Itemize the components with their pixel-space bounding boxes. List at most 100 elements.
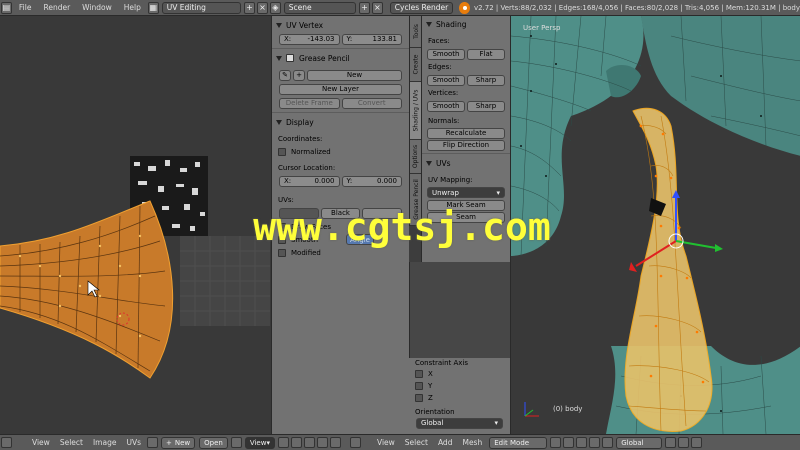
editor-type-icon[interactable]: ▤ xyxy=(1,1,12,14)
new-image-button[interactable]: + New xyxy=(160,436,196,449)
orientation-select[interactable]: Global ▾ xyxy=(416,417,503,429)
uv-menu-view[interactable]: View xyxy=(27,438,55,447)
orientation-label: Orientation xyxy=(415,407,455,416)
manipulator-icon[interactable] xyxy=(576,437,588,448)
screen-layout-icon[interactable]: ▦ xyxy=(147,1,159,14)
open-image-button[interactable]: Open xyxy=(199,436,228,449)
scene-icon[interactable]: ◈ xyxy=(269,1,281,14)
add-icon[interactable]: + xyxy=(293,69,305,81)
uv-style-white-button[interactable] xyxy=(362,207,403,219)
constraint-y-option[interactable]: Y xyxy=(409,380,510,392)
image-browse-icon[interactable] xyxy=(146,437,158,448)
edges-sharp-button[interactable]: Sharp xyxy=(467,74,505,86)
screen-layout-field[interactable]: UV Editing xyxy=(161,1,242,14)
grease-pencil-checkbox[interactable] xyxy=(286,54,294,62)
vertex-select-icon[interactable] xyxy=(303,437,315,448)
scene-field[interactable]: Scene xyxy=(283,1,356,14)
faces-smooth-button[interactable]: Smooth xyxy=(427,48,465,60)
coordinates-label: Coordinates: xyxy=(278,135,323,143)
cursor-y-field[interactable]: Y: 0.000 xyxy=(341,175,402,187)
uv-menu-uvs[interactable]: UVs xyxy=(121,438,146,447)
smooth-checkbox[interactable] xyxy=(278,235,286,244)
display-header[interactable]: Display xyxy=(272,115,409,129)
edges-smooth-button[interactable]: Smooth xyxy=(427,74,465,86)
uv-menu-image[interactable]: Image xyxy=(88,438,122,447)
uv-style-row: Black xyxy=(272,206,409,220)
rotate-icon[interactable] xyxy=(602,437,614,448)
mark-seam-button[interactable]: Mark Seam xyxy=(427,199,505,211)
modified-checkbox[interactable] xyxy=(278,248,286,257)
angle-button[interactable]: Angle xyxy=(346,234,375,245)
image-pin-icon[interactable] xyxy=(230,437,242,448)
remove-screen-icon[interactable]: × xyxy=(256,1,268,14)
3d-menu-mesh[interactable]: Mesh xyxy=(457,438,487,447)
uv-sync-icon[interactable] xyxy=(290,437,302,448)
3d-editor-type-icon[interactable] xyxy=(349,437,361,448)
edge-select-icon[interactable] xyxy=(316,437,328,448)
remove-scene-icon[interactable]: × xyxy=(371,1,383,14)
uv-menu-select[interactable]: Select xyxy=(55,438,88,447)
face-mode-icon[interactable] xyxy=(691,437,703,448)
faces-flat-button[interactable]: Flat xyxy=(467,48,505,60)
normalized-option[interactable]: Normalized xyxy=(272,145,409,158)
uv-view-select[interactable]: View ▾ xyxy=(244,436,275,449)
shading-mode-icon[interactable] xyxy=(550,437,562,448)
uv-vertex-y-field[interactable]: Y: 133.81 xyxy=(341,33,402,45)
vertices-row: Smooth Sharp xyxy=(422,99,510,113)
blender-logo-icon xyxy=(459,1,470,14)
pivot-icon[interactable] xyxy=(277,437,289,448)
pivot-point-icon[interactable] xyxy=(563,437,575,448)
3d-menu-select[interactable]: Select xyxy=(400,438,433,447)
uv-style-outline-button[interactable] xyxy=(279,207,319,219)
modified-option[interactable]: Modified xyxy=(272,246,409,259)
grease-pencil-new-button[interactable]: New xyxy=(307,69,402,81)
grease-pencil-header[interactable]: Grease Pencil xyxy=(272,51,409,65)
vertices-smooth-button[interactable]: Smooth xyxy=(427,100,465,112)
menu-help[interactable]: Help xyxy=(118,3,147,12)
edge-mode-icon[interactable] xyxy=(678,437,690,448)
clear-seam-button[interactable]: Seam xyxy=(427,211,505,223)
vertex-mode-icon[interactable] xyxy=(665,437,677,448)
normalized-checkbox[interactable] xyxy=(278,147,286,156)
delete-frame-button[interactable]: Delete Frame xyxy=(279,97,340,109)
cursor-x-field[interactable]: X: 0.000 xyxy=(279,175,340,187)
flip-direction-button[interactable]: Flip Direction xyxy=(427,139,505,151)
uv-editor-viewport[interactable] xyxy=(0,16,271,434)
face-select-icon[interactable] xyxy=(329,437,341,448)
add-scene-icon[interactable]: + xyxy=(358,1,370,14)
3d-viewport[interactable]: User Persp (0) body xyxy=(510,16,800,434)
constraint-z-checkbox[interactable] xyxy=(415,394,423,402)
vertices-sharp-button[interactable]: Sharp xyxy=(467,100,505,112)
translate-icon[interactable] xyxy=(589,437,601,448)
transform-orientation-select[interactable]: Global xyxy=(616,436,663,449)
recalculate-row: Recalculate xyxy=(422,127,510,139)
constraint-x-option[interactable]: X xyxy=(409,368,510,380)
mode-select[interactable]: Edit Mode xyxy=(489,436,548,449)
3d-menu-view[interactable]: View xyxy=(372,438,400,447)
blender-window: ▤ File Render Window Help ▦ UV Editing +… xyxy=(0,0,800,450)
pencil-icon[interactable]: ✎ xyxy=(279,69,291,81)
uv-style-black-button[interactable]: Black xyxy=(320,207,361,219)
uv-vertex-header[interactable]: UV Vertex xyxy=(272,18,409,32)
menu-file[interactable]: File xyxy=(13,3,38,12)
constraint-x-checkbox[interactable] xyxy=(415,370,423,378)
unwrap-menu[interactable]: Unwrap ▾ xyxy=(427,187,505,198)
draw-faces-checkbox[interactable] xyxy=(278,222,286,231)
uv-vertex-x-field[interactable]: X: -143.03 xyxy=(279,33,340,45)
recalculate-button[interactable]: Recalculate xyxy=(427,127,505,139)
3d-menu-add[interactable]: Add xyxy=(433,438,458,447)
constraint-y-checkbox[interactable] xyxy=(415,382,423,390)
render-engine-select[interactable]: Cycles Render xyxy=(389,1,454,14)
draw-faces-option[interactable]: Draw Faces xyxy=(272,220,409,233)
constraint-z-option[interactable]: Z xyxy=(409,392,510,404)
menu-render[interactable]: Render xyxy=(37,3,76,12)
cursor-location-label: Cursor Location: xyxy=(278,164,336,172)
smooth-option[interactable]: Smooth Angle xyxy=(272,233,409,246)
add-screen-icon[interactable]: + xyxy=(244,1,255,14)
convert-button[interactable]: Convert xyxy=(341,97,402,109)
image-editor-type-icon[interactable] xyxy=(1,437,12,448)
shading-header[interactable]: Shading xyxy=(422,17,510,31)
uvs-header[interactable]: UVs xyxy=(422,156,510,170)
new-layer-button[interactable]: New Layer xyxy=(279,83,402,95)
menu-window[interactable]: Window xyxy=(76,3,118,12)
